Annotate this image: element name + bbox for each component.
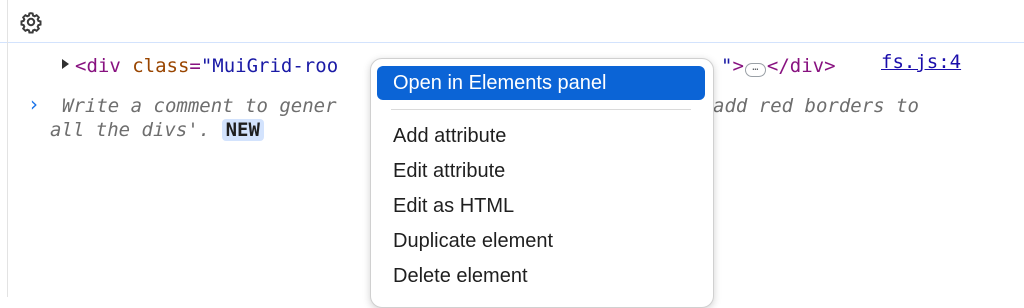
prompt-placeholder-line2[interactable]: all the divs'. NEW <box>50 118 264 142</box>
menu-item-edit-attribute[interactable]: Edit attribute <box>377 154 705 188</box>
expand-triangle-icon[interactable] <box>62 59 69 69</box>
context-menu: Open in Elements panel Add attribute Edi… <box>370 58 714 308</box>
close-tag: </div> <box>766 55 836 77</box>
menu-item-open-in-elements-panel[interactable]: Open in Elements panel <box>377 66 705 100</box>
attr-equals: = <box>189 55 201 77</box>
attr-value: "MuiGrid-roo <box>200 55 339 77</box>
open-tag: <div <box>75 55 121 77</box>
new-badge: NEW <box>221 119 264 141</box>
console-element-row[interactable]: <div class="MuiGrid-roo <box>62 53 338 79</box>
gear-icon[interactable] <box>19 10 43 34</box>
console-toolbar <box>0 0 1024 43</box>
prompt-placeholder-line1-end[interactable]: add red borders to <box>713 94 919 118</box>
menu-separator <box>391 109 691 110</box>
menu-item-add-attribute[interactable]: Add attribute <box>377 119 705 153</box>
collapsed-content-ellipsis[interactable]: … <box>744 63 766 77</box>
attr-name: class <box>120 55 190 77</box>
left-divider <box>7 0 8 297</box>
prompt-arrow-icon: › <box>30 92 38 116</box>
open-tag-close: > <box>732 55 744 77</box>
menu-item-duplicate-element[interactable]: Duplicate element <box>377 224 705 258</box>
attr-value-tail: " <box>721 55 733 77</box>
console-element-row-tail: ">… </div> <box>721 53 836 79</box>
prompt-placeholder-line1-start[interactable]: Write a comment to gener <box>62 94 337 118</box>
prompt-line2-text: all the divs'. <box>50 119 222 141</box>
menu-item-delete-element[interactable]: Delete element <box>377 259 705 293</box>
menu-item-edit-as-html[interactable]: Edit as HTML <box>377 189 705 223</box>
source-link[interactable]: fs.js:4 <box>881 51 961 73</box>
